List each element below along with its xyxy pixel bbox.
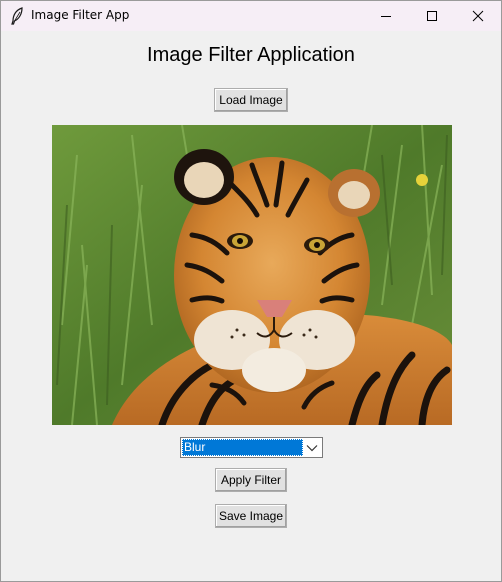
- filter-select[interactable]: Blur: [180, 437, 323, 458]
- maximize-button[interactable]: [409, 1, 455, 31]
- app-window: Image Filter App Image Filter Applicatio…: [0, 0, 502, 582]
- maximize-icon: [426, 7, 438, 26]
- close-button[interactable]: [455, 1, 501, 31]
- title-bar[interactable]: Image Filter App: [1, 1, 501, 31]
- load-image-button[interactable]: Load Image: [214, 88, 288, 112]
- tiger-image: [52, 125, 452, 425]
- minimize-icon: [380, 7, 392, 26]
- chevron-down-icon[interactable]: [304, 440, 320, 455]
- window-title: Image Filter App: [31, 8, 130, 22]
- feather-icon: [10, 7, 24, 25]
- minimize-button[interactable]: [363, 1, 409, 31]
- apply-filter-button[interactable]: Apply Filter: [215, 468, 287, 492]
- close-icon: [472, 7, 484, 26]
- filter-select-value: Blur: [182, 439, 303, 456]
- save-image-button[interactable]: Save Image: [215, 504, 287, 528]
- page-title: Image Filter Application: [147, 44, 355, 66]
